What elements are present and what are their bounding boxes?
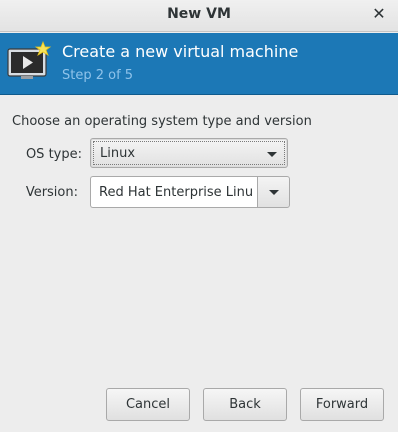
version-combobox: Red Hat Enterprise Linu xyxy=(90,176,290,208)
os-type-value: Linux xyxy=(100,146,136,161)
wizard-banner: Create a new virtual machine Step 2 of 5 xyxy=(0,33,398,95)
cancel-button[interactable]: Cancel xyxy=(106,388,190,421)
version-input[interactable]: Red Hat Enterprise Linu xyxy=(90,176,257,208)
os-type-label: OS type: xyxy=(25,147,82,162)
wizard-step-indicator: Step 2 of 5 xyxy=(62,68,134,83)
version-value: Red Hat Enterprise Linu xyxy=(99,185,254,200)
version-dropdown-button[interactable] xyxy=(257,176,290,208)
version-label: Version: xyxy=(25,185,78,200)
window-title: New VM xyxy=(167,6,231,22)
os-prompt-label: Choose an operating system type and vers… xyxy=(12,114,312,129)
chevron-down-icon xyxy=(267,152,277,157)
window-titlebar: New VM ✕ xyxy=(0,0,398,32)
virtual-machine-new-icon xyxy=(7,41,52,79)
wizard-heading: Create a new virtual machine xyxy=(62,42,299,61)
chevron-down-icon xyxy=(269,190,279,195)
close-icon[interactable]: ✕ xyxy=(371,5,387,23)
os-type-dropdown[interactable]: Linux xyxy=(90,138,288,168)
back-button[interactable]: Back xyxy=(203,388,287,421)
forward-button[interactable]: Forward xyxy=(300,388,384,421)
